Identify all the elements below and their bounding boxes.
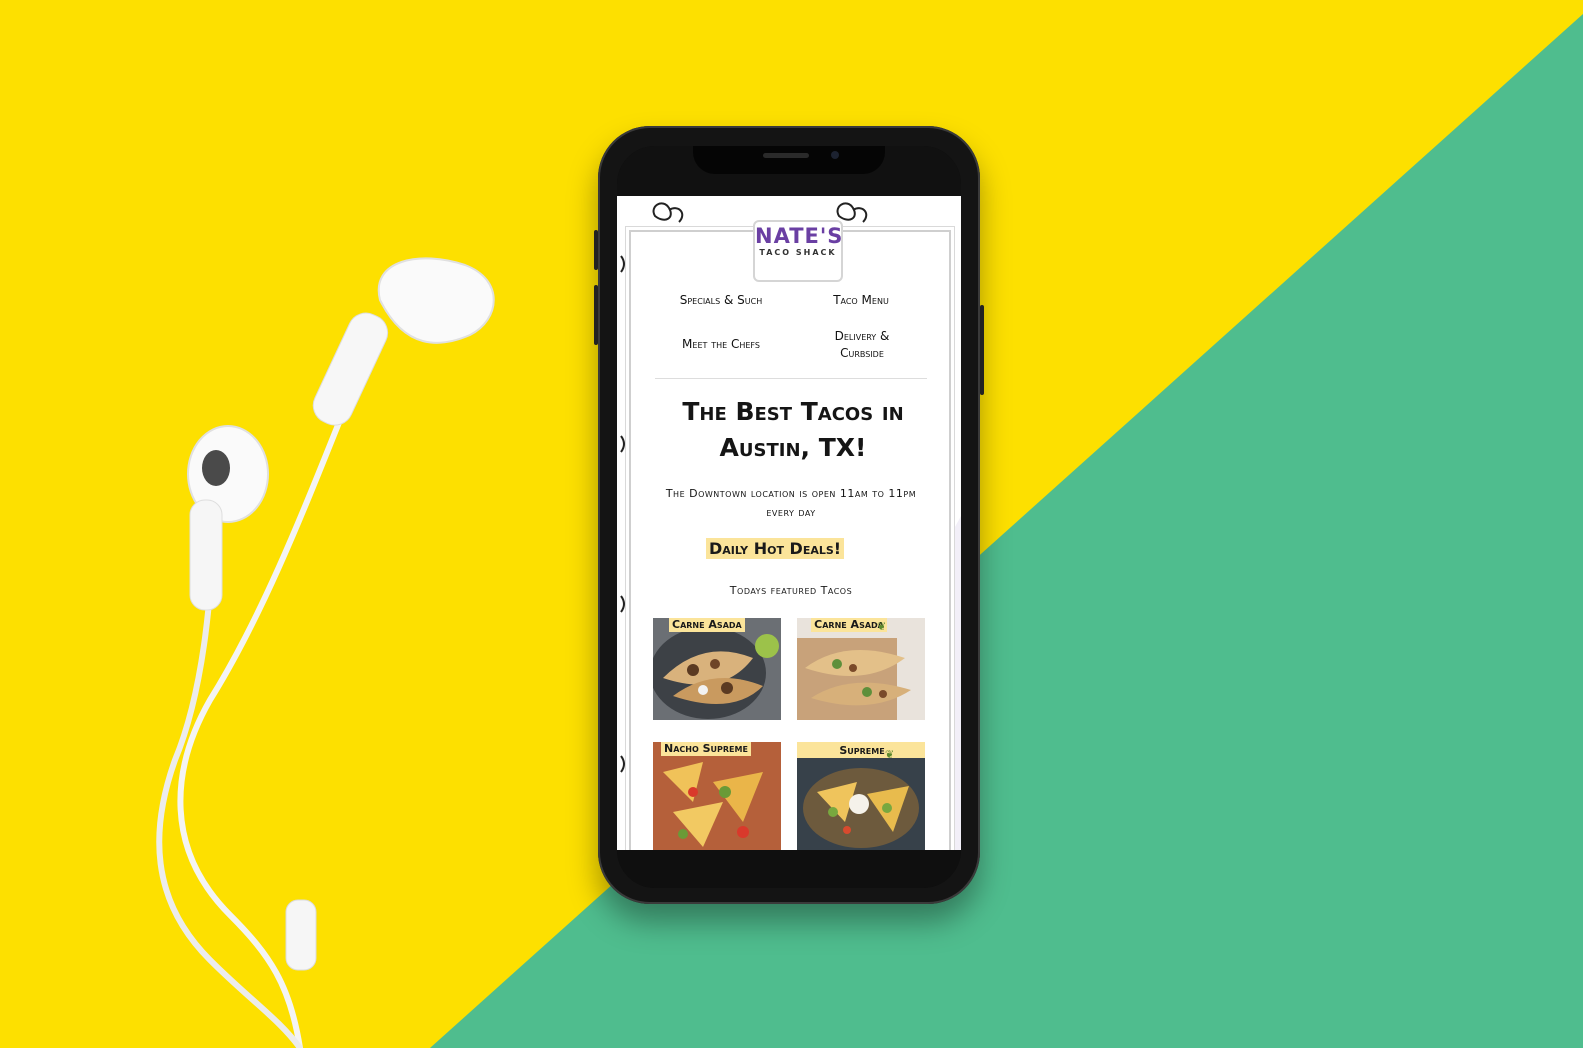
front-camera [831,151,839,159]
taco-photo [797,742,925,850]
taco-tile[interactable]: Jack Fruit Nacho Supreme ❦ [797,742,925,850]
taco-label: Jack Fruit Nacho Supreme [797,742,925,758]
status-bar [617,146,961,196]
taco-tile[interactable]: Carne Asada [653,618,781,720]
nav-divider [655,378,927,379]
deals-heading: Daily Hot Deals! [706,538,845,559]
volume-button [594,230,598,270]
nav-meet-chefs[interactable]: Meet the Chefs [651,336,791,353]
logo-subtitle: TACO SHACK [759,248,837,257]
notch [693,146,885,174]
sprout-icon: ❦ [885,748,895,761]
speaker-grille [763,153,809,158]
earbud-remote [285,899,317,971]
nav-delivery[interactable]: Delivery & Curbside [816,328,908,362]
taco-label: Carne Asada [669,618,745,632]
taco-tile[interactable]: Beyond-Carne Asada ❦ [797,618,925,720]
featured-heading: Todays featured Tacos [729,584,853,597]
bottom-bezel [617,850,961,888]
content-card: NATE'S TACO SHACK Specials & Such Taco M… [629,220,951,850]
nav-specials[interactable]: Specials & Such [651,292,791,309]
hero-title: The Best Tacos in Austin, TX! [682,397,904,462]
website-viewport[interactable]: NATE'S TACO SHACK Specials & Such Taco M… [617,196,961,850]
power-button [980,305,984,395]
taco-photo [797,618,925,720]
nav-taco-menu[interactable]: Taco Menu [801,292,921,309]
taco-photo [653,742,781,850]
sprout-icon: ❦ [877,620,887,633]
taco-tile[interactable]: Nacho Supreme [653,742,781,850]
taco-label: Nacho Supreme [661,742,751,756]
taco-photo [653,618,781,720]
taco-label: Beyond-Carne Asada [811,618,887,632]
site-logo[interactable]: NATE'S TACO SHACK [753,220,843,282]
logo-name: NATE'S [755,224,844,248]
phone-screen: NATE'S TACO SHACK Specials & Such Taco M… [617,146,961,888]
hours-text: The Downtown location is open 11am to 11… [665,487,917,519]
volume-button [594,285,598,345]
desk-scene: NATE'S TACO SHACK Specials & Such Taco M… [0,0,1583,1048]
